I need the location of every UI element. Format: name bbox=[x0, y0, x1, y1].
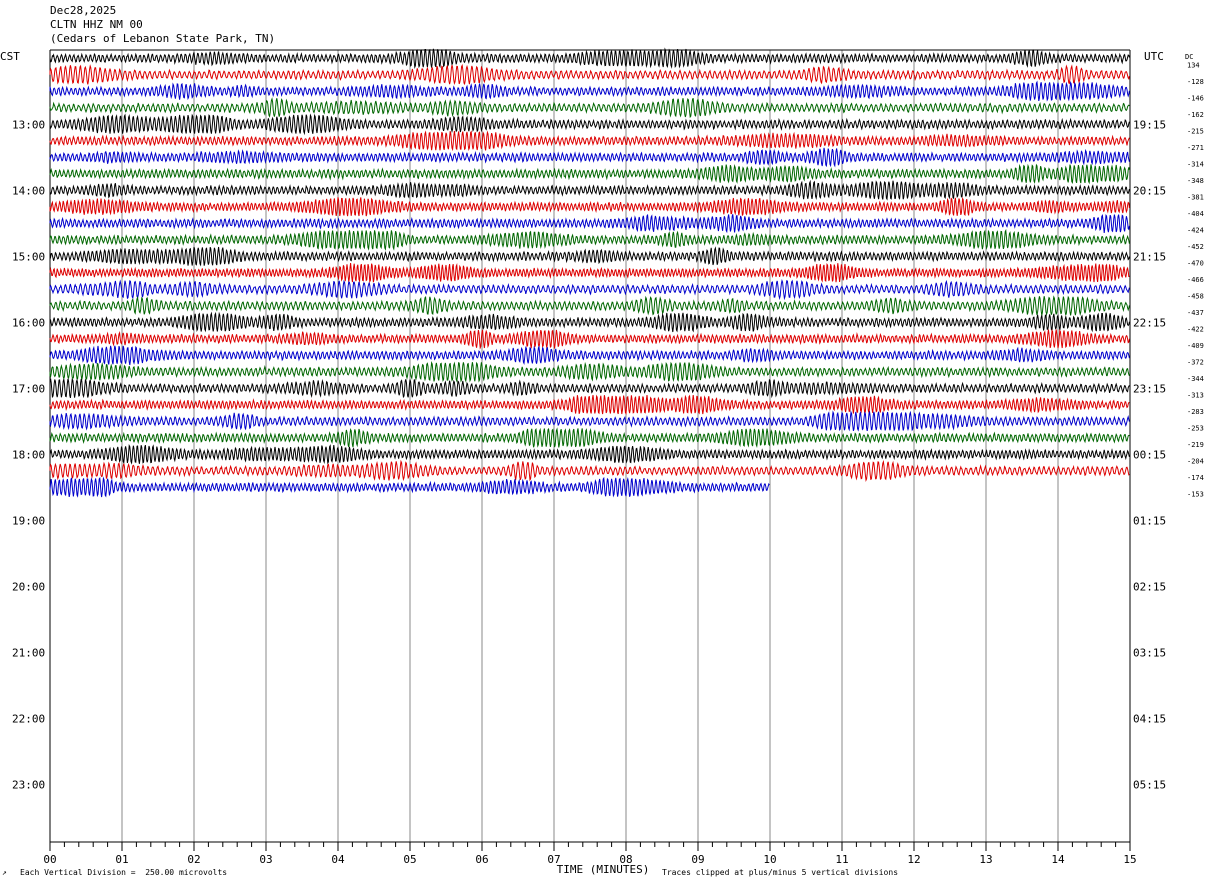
seismic-trace bbox=[49, 410, 1130, 432]
dc-offset-label: -128 bbox=[1187, 78, 1204, 86]
right-hour-label: 22:15 bbox=[1133, 316, 1166, 329]
seismic-trace bbox=[49, 147, 1130, 168]
dc-offset-label: -409 bbox=[1187, 342, 1204, 350]
seismic-trace bbox=[49, 361, 1130, 383]
dc-offset-label: 134 bbox=[1187, 61, 1200, 69]
right-hour-label: 03:15 bbox=[1133, 646, 1166, 659]
dc-offset-label: -422 bbox=[1187, 325, 1204, 333]
dc-offset-label: -458 bbox=[1187, 292, 1204, 300]
right-hour-label: 04:15 bbox=[1133, 712, 1166, 725]
seismic-trace bbox=[49, 378, 1130, 399]
x-tick-label: 03 bbox=[259, 853, 272, 866]
x-axis-label: TIME (MINUTES) bbox=[557, 863, 650, 876]
left-hour-label: 16:00 bbox=[12, 316, 45, 329]
dc-offset-label: -204 bbox=[1187, 457, 1204, 465]
right-hour-label: 23:15 bbox=[1133, 382, 1166, 395]
x-tick-label: 15 bbox=[1123, 853, 1136, 866]
dc-offset-label: -253 bbox=[1187, 424, 1204, 432]
dc-offset-label: -348 bbox=[1187, 177, 1204, 185]
left-hour-label: 23:00 bbox=[12, 778, 45, 791]
seismic-trace bbox=[49, 63, 1130, 86]
dc-offset-label: -437 bbox=[1187, 309, 1204, 317]
seismic-trace bbox=[49, 263, 1130, 284]
seismic-trace bbox=[49, 311, 1130, 333]
seismic-trace bbox=[49, 279, 1130, 301]
helicorder-page: Dec28,2025 CLTN HHZ NM 00 (Cedars of Leb… bbox=[0, 0, 1210, 886]
left-hour-label: 18:00 bbox=[12, 448, 45, 461]
seismic-trace bbox=[49, 246, 1130, 267]
left-hour-label: 15:00 bbox=[12, 250, 45, 263]
seismic-trace bbox=[49, 113, 1130, 136]
seismic-trace bbox=[49, 345, 1130, 366]
dc-offset-label: -404 bbox=[1187, 210, 1204, 218]
left-hour-label: 14:00 bbox=[12, 184, 45, 197]
x-tick-label: 12 bbox=[907, 853, 920, 866]
right-hour-label: 02:15 bbox=[1133, 580, 1166, 593]
right-hour-label: 19:15 bbox=[1133, 118, 1166, 131]
seismic-trace bbox=[49, 179, 1130, 201]
dc-offset-label: -153 bbox=[1187, 490, 1204, 498]
x-tick-label: 01 bbox=[115, 853, 128, 866]
x-tick-label: 10 bbox=[763, 853, 776, 866]
x-tick-label: 02 bbox=[187, 853, 200, 866]
clip-note: Traces clipped at plus/minus 5 vertical … bbox=[662, 868, 899, 877]
dc-offset-label: -452 bbox=[1187, 243, 1204, 251]
dc-offset-label: -372 bbox=[1187, 358, 1204, 366]
seismic-trace bbox=[49, 163, 1130, 185]
seismic-trace bbox=[49, 444, 1130, 465]
scale-marker-icon: ↗ bbox=[2, 868, 7, 877]
seismic-trace bbox=[49, 427, 1130, 448]
right-hour-label: 00:15 bbox=[1133, 448, 1166, 461]
dc-offset-label: -381 bbox=[1187, 193, 1204, 201]
scale-note: Each Vertical Division = 250.00 microvol… bbox=[20, 868, 228, 877]
x-tick-label: 05 bbox=[403, 853, 416, 866]
dc-column-label: DC bbox=[1185, 53, 1193, 61]
seismic-trace bbox=[49, 97, 1130, 119]
x-tick-label: 04 bbox=[331, 853, 345, 866]
right-hour-label: 05:15 bbox=[1133, 778, 1166, 791]
x-tick-label: 14 bbox=[1051, 853, 1065, 866]
dc-offset-label: -146 bbox=[1187, 94, 1204, 102]
x-tick-label: 06 bbox=[475, 853, 488, 866]
left-hour-label: 20:00 bbox=[12, 580, 45, 593]
dc-offset-label: -271 bbox=[1187, 144, 1204, 152]
right-hour-label: 20:15 bbox=[1133, 184, 1166, 197]
dc-offset-label: -174 bbox=[1187, 474, 1204, 482]
right-hour-label: 21:15 bbox=[1133, 250, 1166, 263]
dc-offset-label: -466 bbox=[1187, 276, 1204, 284]
right-timezone-label: UTC bbox=[1144, 50, 1164, 63]
seismic-trace bbox=[49, 47, 1130, 70]
seismic-trace bbox=[49, 196, 1130, 217]
seismic-trace bbox=[49, 459, 1130, 483]
left-hour-label: 22:00 bbox=[12, 712, 45, 725]
left-hour-label: 13:00 bbox=[12, 118, 45, 131]
dc-offset-label: -314 bbox=[1187, 160, 1204, 168]
dc-offset-label: -215 bbox=[1187, 127, 1204, 135]
seismic-trace bbox=[49, 228, 1130, 251]
left-hour-label: 21:00 bbox=[12, 646, 45, 659]
x-tick-label: 09 bbox=[691, 853, 704, 866]
dc-offset-label: -162 bbox=[1187, 111, 1204, 119]
dc-offset-label: -424 bbox=[1187, 226, 1204, 234]
seismic-trace bbox=[49, 295, 1130, 316]
seismic-trace bbox=[49, 213, 1130, 234]
x-tick-label: 13 bbox=[979, 853, 992, 866]
seismic-trace bbox=[49, 130, 1130, 152]
dc-offset-label: -219 bbox=[1187, 441, 1204, 449]
dc-offset-label: -313 bbox=[1187, 391, 1204, 399]
dc-offset-label: -283 bbox=[1187, 408, 1204, 416]
right-hour-label: 01:15 bbox=[1133, 514, 1166, 527]
left-timezone-label: CST bbox=[0, 50, 20, 63]
left-hour-label: 19:00 bbox=[12, 514, 45, 527]
seismic-trace bbox=[49, 80, 1130, 102]
left-hour-label: 17:00 bbox=[12, 382, 45, 395]
seismic-trace bbox=[49, 328, 1130, 350]
x-tick-label: 00 bbox=[43, 853, 56, 866]
seismic-trace bbox=[49, 394, 1130, 415]
x-tick-label: 11 bbox=[835, 853, 848, 866]
dc-offset-label: -344 bbox=[1187, 375, 1204, 383]
helicorder-chart: 00 01 02 03 04 05 06 07 08 09 10 11 12 13 14 15TIME (MI… bbox=[0, 47, 1204, 876]
dc-offset-label: -470 bbox=[1187, 259, 1204, 267]
